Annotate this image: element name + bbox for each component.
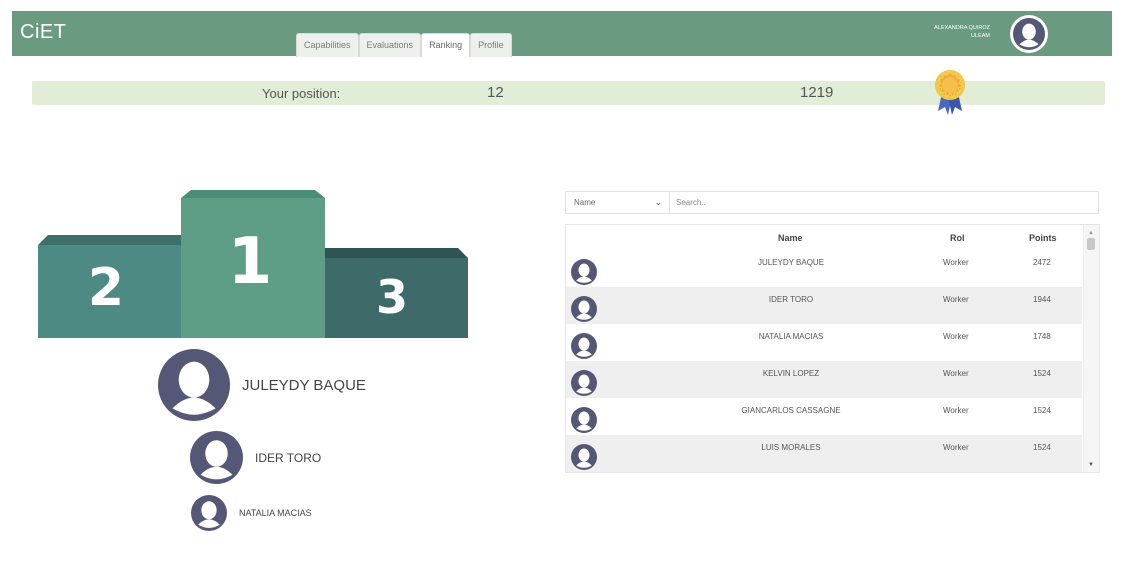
table-scrollbar[interactable]: ▲ ▼ (1083, 225, 1099, 472)
tab-evaluations[interactable]: Evaluations (358, 33, 422, 57)
table-row[interactable]: GIANCARLOS CASSAGNE Worker 1524 (566, 398, 1082, 435)
search-filter-value: Name (574, 198, 596, 207)
search-filter-select[interactable]: Name ⌄ (566, 192, 670, 213)
scrollbar-thumb[interactable] (1087, 238, 1095, 250)
row-name: LUIS MORALES (761, 443, 821, 452)
medal-icon (935, 70, 965, 115)
user-avatar-button[interactable] (1010, 15, 1048, 53)
user-avatar-icon (571, 370, 597, 396)
position-points: 1219 (800, 84, 834, 101)
column-header-points[interactable]: Points (1029, 233, 1057, 243)
user-avatar-icon (571, 444, 597, 470)
row-points: 1524 (1033, 369, 1051, 378)
row-rol: Worker (943, 369, 969, 378)
user-avatar-icon (571, 407, 597, 433)
podium-first-top (181, 190, 325, 198)
row-rol: Worker (943, 443, 969, 452)
table-row[interactable]: NATALIA MACIAS Worker 1748 (566, 324, 1082, 361)
podium-number-3: 3 (375, 270, 408, 324)
row-points: 1748 (1033, 332, 1051, 341)
scroll-up-arrow-icon[interactable]: ▲ (1088, 230, 1094, 236)
chevron-down-icon: ⌄ (654, 197, 662, 207)
row-name: JULEYDY BAQUE (757, 258, 825, 267)
user-avatar-icon (571, 259, 597, 285)
top-header: CiET Capabilities Evaluations Ranking Pr… (12, 11, 1112, 57)
row-name: NATALIA MACIAS (758, 332, 824, 341)
podium-third-top (325, 248, 468, 258)
row-points: 1524 (1033, 406, 1051, 415)
table-row[interactable]: LUIS MORALES Worker 1524 (566, 435, 1082, 472)
user-avatar-icon (571, 333, 597, 359)
user-avatar-icon (191, 495, 227, 531)
row-rol: Worker (943, 332, 969, 341)
user-avatar-icon (158, 349, 230, 421)
tab-capabilities[interactable]: Capabilities (296, 33, 359, 57)
position-bar: Your position: 12 1219 (32, 70, 1105, 115)
table-header: Name Rol Points (566, 225, 1082, 249)
podium-number-1: 1 (227, 225, 273, 299)
winner-second[interactable]: IDER TORO (190, 431, 321, 484)
row-points: 1944 (1033, 295, 1051, 304)
podium-number-2: 2 (87, 258, 125, 318)
user-avatar-icon (571, 296, 597, 322)
winner-second-name: IDER TORO (255, 450, 322, 465)
row-rol: Worker (943, 406, 969, 415)
row-points: 2472 (1033, 258, 1051, 267)
position-rank: 12 (487, 84, 504, 101)
row-points: 1524 (1033, 443, 1051, 452)
winner-first-name: JULEYDY BAQUE (242, 376, 366, 394)
row-name: IDER TORO (768, 295, 814, 304)
position-label: Your position: (262, 86, 341, 101)
row-rol: Worker (943, 258, 969, 267)
tab-profile[interactable]: Profile (470, 33, 512, 57)
winner-first[interactable]: JULEYDY BAQUE (158, 349, 366, 421)
row-name: KELVIN LOPEZ (762, 369, 820, 378)
search-bar: Name ⌄ (565, 191, 1100, 214)
winner-third-name: NATALIA MACIAS (239, 508, 312, 518)
user-org: ULEAM (971, 33, 990, 39)
table-row[interactable]: KELVIN LOPEZ Worker 1524 (566, 361, 1082, 398)
table-row[interactable]: JULEYDY BAQUE Worker 2472 (566, 250, 1082, 287)
search-input[interactable] (672, 193, 1100, 212)
user-avatar-icon (190, 431, 243, 484)
scroll-down-arrow-icon[interactable]: ▼ (1088, 462, 1094, 468)
column-header-rol[interactable]: Rol (950, 233, 965, 243)
app-logo[interactable]: CiET (20, 21, 66, 44)
user-avatar-icon (1013, 18, 1045, 50)
table-row[interactable]: IDER TORO Worker 1944 (566, 287, 1082, 324)
row-name: GIANCARLOS CASSAGNE (741, 406, 841, 415)
ranking-table: Name Rol Points JULEYDY BAQUE Worker 247… (565, 224, 1100, 473)
user-name: ALEXANDRA QUIROZ (934, 25, 990, 31)
user-info: ALEXANDRA QUIROZ ULEAM (934, 24, 990, 40)
podium-second-top (38, 235, 181, 245)
main-tabs: Capabilities Evaluations Ranking Profile (296, 33, 512, 57)
row-rol: Worker (943, 295, 969, 304)
tab-ranking[interactable]: Ranking (421, 33, 471, 57)
winner-third[interactable]: NATALIA MACIAS (191, 495, 312, 531)
column-header-name[interactable]: Name (778, 233, 803, 243)
